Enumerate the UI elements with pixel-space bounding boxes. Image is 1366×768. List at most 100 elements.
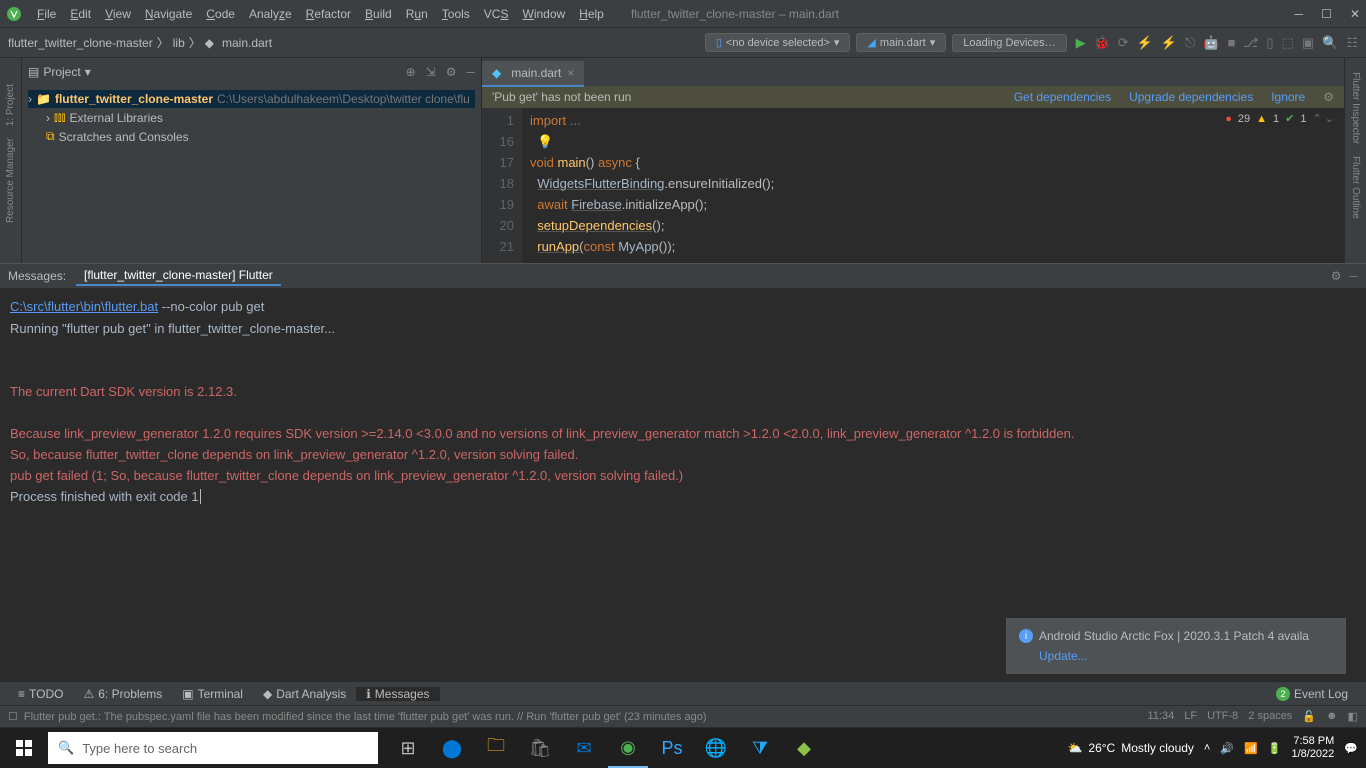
sdk-icon[interactable]: ⬚ — [1282, 35, 1294, 51]
gear-icon[interactable]: ⚙ — [1323, 90, 1334, 104]
project-view-selector[interactable]: ▤ Project ▾ — [28, 65, 91, 79]
search-icon[interactable]: 🔍 — [1322, 35, 1338, 51]
vscode-icon[interactable]: ⧩ — [740, 728, 780, 768]
breadcrumb-project[interactable]: flutter_twitter_clone-master — [8, 36, 153, 50]
code-inspection-status[interactable]: ●29 ▲1 ✔1 ⌃ ⌄ — [1221, 110, 1338, 127]
left-tool-strip: 1: Project Resource Manager — [0, 58, 22, 263]
run-icon[interactable]: ▶ — [1076, 35, 1086, 51]
taskbar-search[interactable]: 🔍 Type here to search — [48, 732, 378, 764]
breadcrumb-file[interactable]: main.dart — [222, 36, 272, 50]
android-icon[interactable]: 🤖 — [1203, 35, 1219, 51]
close-tab-icon[interactable]: × — [567, 66, 574, 80]
readonly-icon[interactable]: 🔓 — [1302, 710, 1316, 723]
update-popup: i Android Studio Arctic Fox | 2020.3.1 P… — [1006, 618, 1346, 674]
status-icon[interactable]: ☐ — [8, 710, 18, 723]
scratches-node[interactable]: ⧉ Scratches and Consoles — [28, 127, 475, 146]
get-dependencies-link[interactable]: Get dependencies — [1014, 90, 1111, 104]
menu-navigate[interactable]: Navigate — [138, 7, 199, 21]
close-button[interactable]: ✕ — [1350, 7, 1360, 21]
attach-icon[interactable]: ⎋ — [1185, 35, 1195, 51]
locate-icon[interactable]: ⊕ — [406, 65, 416, 79]
chrome-icon[interactable]: 🌐 — [696, 728, 736, 768]
photoshop-icon[interactable]: Ps — [652, 728, 692, 768]
editor-tab-main-dart[interactable]: ◆ main.dart × — [482, 61, 584, 87]
volume-icon[interactable]: 🔊 — [1220, 742, 1234, 755]
gear-icon[interactable]: ⚙ — [446, 65, 457, 79]
ignore-link[interactable]: Ignore — [1271, 90, 1305, 104]
tool-flutter-inspector[interactable]: Flutter Inspector — [1350, 72, 1361, 144]
pub-get-banner: 'Pub get' has not been run Get dependenc… — [482, 86, 1344, 108]
encoding[interactable]: UTF-8 — [1207, 710, 1238, 723]
tool-resource-manager[interactable]: Resource Manager — [5, 138, 16, 223]
loading-devices[interactable]: Loading Devices… — [952, 34, 1066, 52]
menu-window[interactable]: Window — [515, 7, 572, 21]
menu-build[interactable]: Build — [358, 7, 399, 21]
hot-reload-icon[interactable]: ⚡ — [1161, 35, 1177, 51]
debug-icon[interactable]: 🐞 — [1094, 35, 1110, 51]
menu-view[interactable]: View — [98, 7, 138, 21]
messages-tab[interactable]: [flutter_twitter_clone-master] Flutter — [76, 266, 281, 286]
device-selector[interactable]: ▯<no device selected>▾ — [705, 33, 851, 52]
code-editor[interactable]: 1 16 17 18 19 20 21 import ... 💡 void ma… — [482, 108, 1344, 263]
menu-help[interactable]: Help — [572, 7, 611, 21]
menu-refactor[interactable]: Refactor — [299, 7, 358, 21]
profile-icon[interactable]: ⚡ — [1137, 35, 1153, 51]
breadcrumb[interactable]: flutter_twitter_clone-master 〉 lib 〉 ◆ m… — [8, 34, 272, 51]
info-icon: i — [1019, 629, 1033, 643]
explorer-icon[interactable]: 🗀 — [476, 728, 516, 768]
avd-icon[interactable]: ▣ — [1302, 35, 1314, 51]
emulator-icon[interactable]: ▯ — [1266, 35, 1273, 51]
gear-icon[interactable]: ⚙ — [1331, 269, 1342, 283]
tool-flutter-outline[interactable]: Flutter Outline — [1350, 156, 1361, 219]
breadcrumb-folder[interactable]: lib — [173, 36, 185, 50]
run-config-selector[interactable]: ◢main.dart▾ — [856, 33, 946, 52]
mail-icon[interactable]: ✉ — [564, 728, 604, 768]
face-icon[interactable]: ☻ — [1326, 710, 1338, 723]
widget-icon[interactable]: ◧ — [1348, 710, 1358, 723]
tab-dart-analysis[interactable]: ◆ Dart Analysis — [253, 687, 356, 701]
tab-todo[interactable]: ≡ TODO — [8, 687, 73, 701]
tray-chevron-icon[interactable]: ˄ — [1204, 742, 1210, 754]
wifi-icon[interactable]: 📶 — [1244, 742, 1258, 755]
maximize-button[interactable]: ☐ — [1321, 7, 1332, 21]
tab-messages[interactable]: ℹ Messages — [356, 687, 439, 701]
menu-tools[interactable]: Tools — [435, 7, 477, 21]
git-icon[interactable]: ⎇ — [1243, 35, 1258, 51]
notifications-icon[interactable]: 💬 — [1344, 742, 1358, 755]
stop-icon[interactable]: ■ — [1228, 35, 1236, 50]
tab-event-log[interactable]: 2 Event Log — [1266, 687, 1358, 701]
update-link[interactable]: Update... — [1039, 649, 1088, 663]
project-root-node[interactable]: ›📁 flutter_twitter_clone-master C:\Users… — [28, 90, 475, 108]
app-icon[interactable]: ◆ — [784, 728, 824, 768]
edge-icon[interactable]: ⬤ — [432, 728, 472, 768]
menu-edit[interactable]: Edit — [63, 7, 98, 21]
line-ending[interactable]: LF — [1184, 710, 1197, 723]
menu-analyze[interactable]: Analyze — [242, 7, 299, 21]
external-libraries-node[interactable]: ›⫾⫾⫾ External Libraries — [28, 108, 475, 127]
hide-icon[interactable]: ─ — [466, 65, 475, 79]
cursor-position[interactable]: 11:34 — [1148, 710, 1175, 723]
tab-problems[interactable]: ⚠ 6: Problems — [73, 687, 172, 701]
indent[interactable]: 2 spaces — [1248, 710, 1292, 723]
expand-icon[interactable]: ⇲ — [426, 65, 436, 79]
taskbar-clock[interactable]: 7:58 PM 1/8/2022 — [1291, 735, 1334, 761]
tab-terminal[interactable]: ▣ Terminal — [172, 687, 253, 701]
task-view-icon[interactable]: ⊞ — [388, 728, 428, 768]
upgrade-dependencies-link[interactable]: Upgrade dependencies — [1129, 90, 1253, 104]
minimize-button[interactable]: ─ — [1295, 7, 1304, 21]
menu-vcs[interactable]: VCS — [477, 7, 516, 21]
notifications-icon[interactable]: ☷ — [1346, 35, 1358, 51]
coverage-icon[interactable]: ⟳ — [1118, 35, 1129, 51]
hide-icon[interactable]: ─ — [1349, 269, 1358, 283]
start-button[interactable] — [0, 740, 48, 756]
menu-code[interactable]: Code — [199, 7, 242, 21]
code-content[interactable]: import ... 💡 void main() async { Widgets… — [522, 108, 782, 263]
android-studio-taskbar-icon[interactable]: ◉ — [608, 728, 648, 768]
menu-file[interactable]: File — [30, 7, 63, 21]
menu-run[interactable]: Run — [399, 7, 435, 21]
store-icon[interactable]: 🛍 — [520, 728, 560, 768]
tool-project[interactable]: 1: Project — [5, 84, 16, 126]
battery-icon[interactable]: 🔋 — [1268, 742, 1282, 755]
editor-area: ◆ main.dart × 'Pub get' has not been run… — [482, 58, 1344, 263]
weather-widget[interactable]: ⛅26°CMostly cloudy — [1067, 741, 1193, 755]
